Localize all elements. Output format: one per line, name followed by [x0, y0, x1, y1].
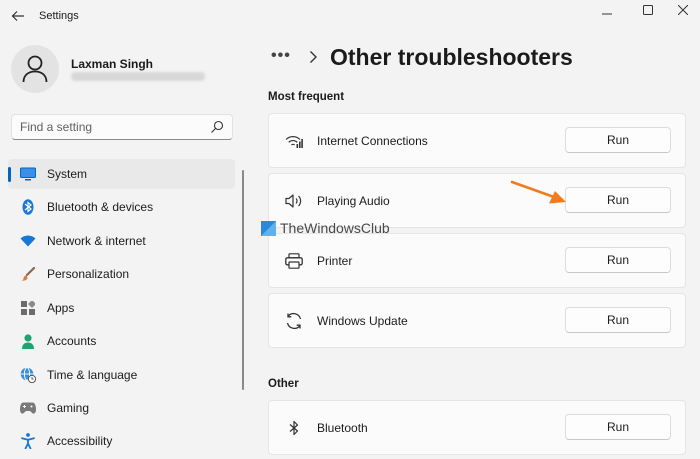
sidebar-item-personalization[interactable]: Personalization	[8, 259, 235, 289]
chevron-right-icon	[310, 51, 317, 63]
run-printer-button[interactable]: Run	[565, 247, 671, 273]
windowsclub-logo-icon	[261, 220, 276, 236]
person-icon	[20, 333, 36, 349]
close-button[interactable]	[666, 0, 700, 20]
sidebar-item-label: Accounts	[47, 334, 97, 348]
sidebar-item-label: Time & language	[47, 368, 138, 382]
section-title-other: Other	[268, 378, 299, 390]
annotation-arrow-icon	[510, 180, 566, 204]
sidebar-item-accessibility[interactable]: Accessibility	[8, 426, 235, 456]
troubleshooter-bluetooth: Bluetooth Run	[268, 400, 686, 455]
printer-icon	[284, 251, 304, 271]
wifi-icon	[20, 233, 36, 249]
troubleshooter-label: Windows Update	[317, 314, 408, 328]
bluetooth-icon	[20, 199, 36, 215]
search-input[interactable]	[20, 119, 206, 135]
troubleshooter-printer: Printer Run	[268, 233, 686, 288]
maximize-button[interactable]	[625, 0, 671, 20]
troubleshooter-label: Playing Audio	[317, 194, 390, 208]
troubleshooter-label: Internet Connections	[317, 134, 428, 148]
sidebar-item-label: Network & internet	[47, 234, 146, 248]
brush-icon	[20, 266, 36, 282]
back-arrow-icon	[11, 11, 24, 21]
troubleshooter-internet-connections: Internet Connections Run	[268, 113, 686, 168]
person-icon	[22, 55, 48, 83]
sidebar-item-network-internet[interactable]: Network & internet	[8, 226, 235, 256]
back-button[interactable]	[6, 4, 30, 28]
search-box[interactable]	[11, 114, 233, 140]
search-icon[interactable]	[210, 120, 224, 134]
run-windows-update-button[interactable]: Run	[565, 307, 671, 333]
sidebar-item-label: Accessibility	[47, 434, 113, 448]
app-title: Settings	[39, 10, 79, 22]
sidebar-item-label: System	[47, 167, 88, 181]
sidebar-item-system[interactable]: System	[8, 159, 235, 189]
run-bluetooth-button[interactable]: Run	[565, 414, 671, 440]
user-name: Laxman Singh	[71, 57, 154, 71]
sidebar-scrollbar[interactable]	[242, 170, 244, 390]
globe-clock-icon	[20, 367, 36, 383]
page-title: Other troubleshooters	[330, 44, 573, 70]
watermark: TheWindowsClub	[261, 220, 390, 236]
sidebar-item-time-language[interactable]: Time & language	[8, 360, 235, 390]
minimize-button[interactable]	[584, 0, 630, 20]
watermark-text: TheWindowsClub	[280, 220, 390, 236]
minimize-icon	[602, 13, 612, 15]
run-internet-connections-button[interactable]: Run	[565, 127, 671, 153]
apps-icon	[20, 300, 36, 316]
gamepad-icon	[20, 400, 36, 416]
troubleshooter-label: Bluetooth	[317, 421, 368, 435]
sidebar-item-gaming[interactable]: Gaming	[8, 393, 235, 423]
troubleshooter-label: Printer	[317, 254, 353, 268]
avatar[interactable]	[11, 45, 59, 93]
sidebar-item-label: Bluetooth & devices	[47, 200, 154, 214]
troubleshooter-windows-update: Windows Update Run	[268, 293, 686, 348]
close-icon	[678, 5, 688, 15]
maximize-icon	[643, 5, 653, 15]
speaker-icon	[284, 191, 304, 211]
wifi-signal-icon	[284, 131, 304, 151]
run-playing-audio-button[interactable]: Run	[565, 187, 671, 213]
user-email-redacted	[71, 72, 205, 81]
sidebar-item-apps[interactable]: Apps	[8, 293, 235, 323]
sync-icon	[284, 311, 304, 331]
sidebar-item-label: Personalization	[47, 267, 130, 281]
sidebar-item-label: Gaming	[47, 401, 90, 415]
breadcrumb-more[interactable]: •••	[271, 47, 291, 65]
sidebar-item-label: Apps	[47, 301, 75, 315]
accessibility-icon	[20, 433, 36, 449]
section-title-most-frequent: Most frequent	[268, 91, 345, 103]
sidebar-item-bluetooth-devices[interactable]: Bluetooth & devices	[8, 192, 235, 222]
monitor-icon	[20, 166, 36, 182]
bluetooth-icon	[284, 418, 304, 438]
sidebar-item-accounts[interactable]: Accounts	[8, 326, 235, 356]
selection-indicator	[8, 167, 11, 182]
